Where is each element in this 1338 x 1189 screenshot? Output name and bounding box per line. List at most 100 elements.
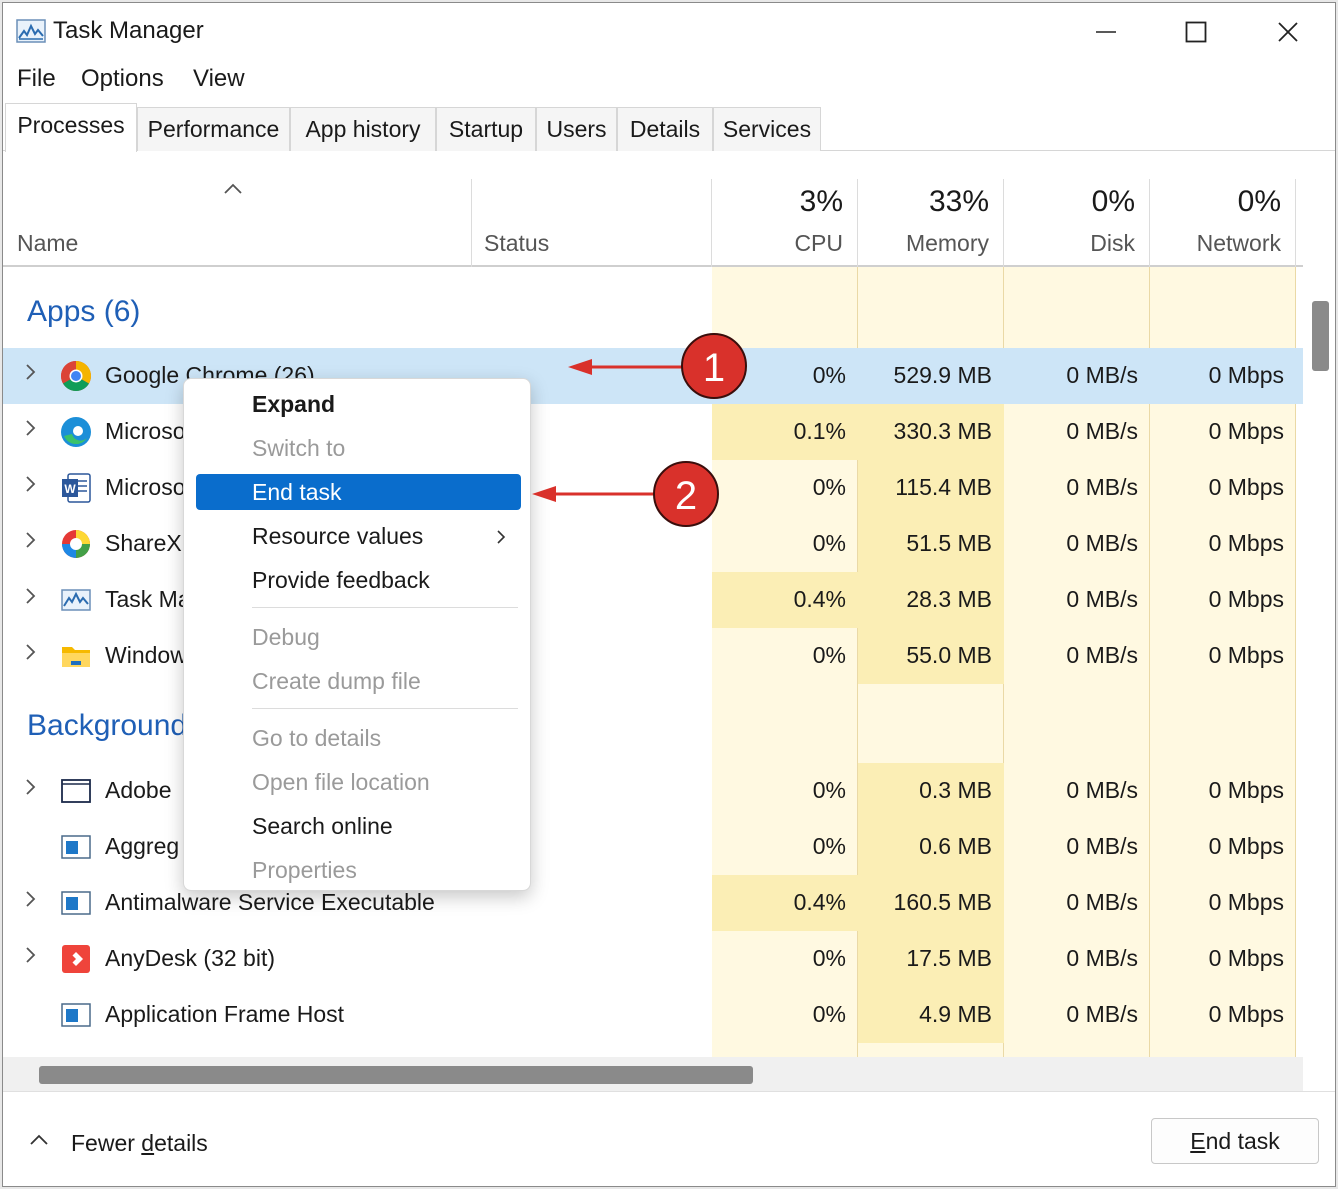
window-icon [61,779,91,803]
network-cell: 0 Mbps [1150,875,1296,931]
disk-value: 0 MB/s [1066,418,1138,444]
tab-performance[interactable]: Performance [137,107,290,151]
chevron-right-icon[interactable] [23,586,37,606]
service-window-icon [61,835,91,859]
cpu-value: 0.4% [793,586,846,612]
memory-cell: 529.9 MB [858,348,1004,404]
menu-separator [252,708,518,709]
fewer-details-accesskey: d [141,1130,155,1156]
memory-value: 0.6 MB [919,833,992,859]
horizontal-scrollbar[interactable] [3,1057,1303,1091]
menu-view[interactable]: View [193,65,245,93]
tab-services[interactable]: Services [713,107,821,151]
disk-cell: 0 MB/s [1004,987,1150,1043]
menu-item-go-to-details: Go to details [252,725,382,751]
group-heading-apps: Apps (6) [27,295,141,328]
end-task-label: nd task [1205,1127,1280,1154]
disk-value: 0 MB/s [1066,1001,1138,1027]
disk-value: 0 MB/s [1066,586,1138,612]
cpu-value: 0% [812,777,846,803]
fewer-details-link[interactable]: Fewer details [71,1130,208,1157]
process-row-anydesk[interactable]: AnyDesk (32 bit) 0% 17.5 MB 0 MB/s 0 Mbp… [3,931,1303,987]
horizontal-scroll-thumb[interactable] [39,1066,753,1084]
memory-cell: 51.5 MB [858,516,1004,572]
tab-processes[interactable]: Processes [5,103,137,152]
cpu-cell: 0% [712,348,858,404]
network-value: 0 Mbps [1208,362,1284,388]
menu-item-end-task[interactable]: End task [252,479,342,506]
memory-cell: 4.9 MB [858,987,1004,1043]
minimize-button[interactable] [1061,9,1151,55]
memory-cell: 17.5 MB [858,931,1004,987]
task-manager-icon [16,19,46,43]
tab-users[interactable]: Users [536,107,617,151]
tab-startup[interactable]: Startup [436,107,536,151]
minimize-icon [1096,31,1116,33]
network-cell: 0 Mbps [1150,987,1296,1043]
column-header-disk[interactable]: 0% Disk [1004,179,1150,267]
network-cell: 0 Mbps [1150,460,1296,516]
tab-app-history[interactable]: App history [290,107,436,151]
submenu-arrow-icon [497,530,506,544]
memory-cell: 0.3 MB [858,763,1004,819]
cpu-cell: 0.1% [712,404,858,460]
disk-value: 0 MB/s [1066,642,1138,668]
memory-cell: 0.6 MB [858,819,1004,875]
vertical-scrollbar[interactable] [1305,267,1335,1067]
column-header-cpu[interactable]: 3% CPU [712,179,858,267]
memory-value: 0.3 MB [919,777,992,803]
disk-cell: 0 MB/s [1004,875,1150,931]
vertical-scroll-thumb[interactable] [1312,301,1329,371]
disk-value: 0 MB/s [1066,889,1138,915]
menu-item-provide-feedback[interactable]: Provide feedback [252,567,430,594]
memory-cell: 330.3 MB [858,404,1004,460]
menu-options[interactable]: Options [81,65,164,93]
memory-value: 160.5 MB [893,889,992,915]
network-value: 0 Mbps [1208,945,1284,971]
column-header-name[interactable]: Name [3,179,472,267]
chevron-right-icon[interactable] [23,362,37,382]
cpu-value: 0.1% [793,418,846,444]
chevron-right-icon[interactable] [23,418,37,438]
menu-file[interactable]: File [17,65,56,93]
column-header-status[interactable]: Status [472,179,712,267]
network-cell: 0 Mbps [1150,572,1296,628]
close-button[interactable] [1243,9,1333,55]
chevron-up-icon[interactable] [29,1134,49,1146]
cpu-value: 0% [812,1001,846,1027]
cpu-total-percent: 3% [799,185,843,218]
cpu-value: 0% [812,474,846,500]
end-task-button[interactable]: End task [1151,1118,1319,1164]
disk-cell: 0 MB/s [1004,931,1150,987]
menu-item-resource-values[interactable]: Resource values [252,523,423,550]
process-name: Microso [105,418,186,444]
chevron-right-icon[interactable] [23,642,37,662]
chevron-right-icon[interactable] [23,889,37,909]
menu-item-expand[interactable]: Expand [252,391,335,418]
chevron-right-icon[interactable] [23,530,37,550]
end-task-accesskey: E [1190,1127,1206,1154]
column-label-cpu: CPU [794,230,843,256]
scrollbar-corner [1303,1057,1335,1091]
tab-details[interactable]: Details [617,107,713,151]
chevron-right-icon[interactable] [23,474,37,494]
cpu-value: 0% [812,362,846,388]
chevron-right-icon[interactable] [23,945,37,965]
menu-item-search-online[interactable]: Search online [252,813,393,840]
maximize-button[interactable] [1151,9,1241,55]
network-value: 0 Mbps [1208,474,1284,500]
process-name: Adobe [105,777,172,803]
memory-value: 28.3 MB [906,586,992,612]
disk-total-percent: 0% [1091,185,1135,218]
disk-cell: 0 MB/s [1004,763,1150,819]
chevron-right-icon[interactable] [23,777,37,797]
window-title: Task Manager [53,17,204,44]
column-header-network[interactable]: 0% Network [1150,179,1296,267]
anydesk-icon [62,945,90,973]
column-header-memory[interactable]: 33% Memory [858,179,1004,267]
process-name: Window [105,642,187,668]
svg-text:W: W [64,482,76,496]
process-name: Application Frame Host [105,1001,345,1027]
process-row-application-frame-host[interactable]: Application Frame Host 0% 4.9 MB 0 MB/s … [3,987,1303,1043]
folder-icon [62,647,90,667]
